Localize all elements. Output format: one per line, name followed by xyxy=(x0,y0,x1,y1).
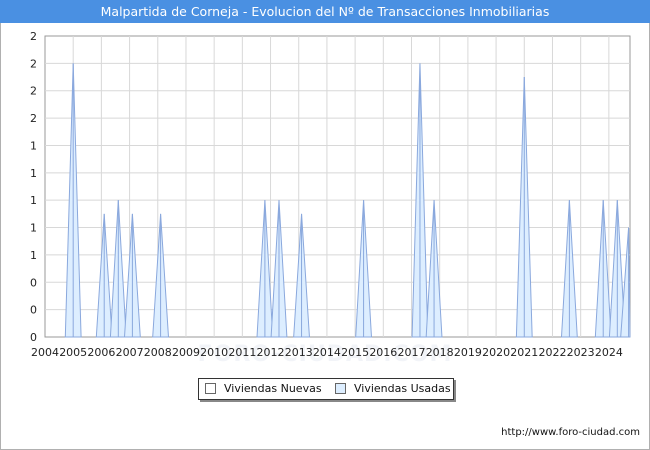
x-tick-label: 2016 xyxy=(369,346,397,359)
legend-item-usadas: Viviendas Usadas xyxy=(335,382,451,395)
y-tick-label: 0 xyxy=(30,276,37,289)
x-tick-label: 2005 xyxy=(59,346,87,359)
y-tick-label: 0 xyxy=(30,331,37,344)
x-tick-label: 2021 xyxy=(510,346,538,359)
y-tick-label: 2 xyxy=(30,30,37,43)
x-tick-label: 2017 xyxy=(398,346,426,359)
legend-swatch-nuevas xyxy=(205,383,216,394)
x-axis-ticks: 2004 2005 2006 2007 2008 2009 2010 2011 2012 2013… xyxy=(31,346,623,359)
x-tick-label: 2013 xyxy=(285,346,313,359)
y-tick-label: 2 xyxy=(30,85,37,98)
x-tick-label: 2011 xyxy=(228,346,256,359)
x-tick-label: 2015 xyxy=(341,346,369,359)
source-url: http://www.foro-ciudad.com xyxy=(501,427,640,438)
x-tick-label: 2012 xyxy=(257,346,285,359)
y-tick-label: 1 xyxy=(30,167,37,180)
y-tick-label: 2 xyxy=(30,57,37,70)
y-tick-label: 1 xyxy=(30,194,37,207)
y-axis-ticks: 0 0 0 1 1 1 1 1 2 2 2 2 xyxy=(30,30,37,344)
y-tick-label: 2 xyxy=(30,112,37,125)
x-tick-label: 2010 xyxy=(200,346,228,359)
x-tick-label: 2019 xyxy=(454,346,482,359)
y-tick-label: 1 xyxy=(30,222,37,235)
legend-swatch-usadas xyxy=(335,383,346,394)
x-tick-label: 2020 xyxy=(482,346,510,359)
x-tick-label: 2004 xyxy=(31,346,59,359)
x-tick-label: 2023 xyxy=(567,346,595,359)
legend-label-usadas: Viviendas Usadas xyxy=(354,382,451,395)
legend: Viviendas Nuevas Viviendas Usadas xyxy=(198,378,454,400)
y-tick-label: 0 xyxy=(30,304,37,317)
y-tick-label: 1 xyxy=(30,249,37,262)
legend-item-nuevas: Viviendas Nuevas xyxy=(205,382,322,395)
x-tick-label: 2007 xyxy=(116,346,144,359)
x-tick-label: 2009 xyxy=(172,346,200,359)
x-tick-label: 2022 xyxy=(538,346,566,359)
x-tick-label: 2014 xyxy=(313,346,341,359)
x-tick-label: 2024 xyxy=(595,346,623,359)
x-tick-label: 2008 xyxy=(144,346,172,359)
legend-label-nuevas: Viviendas Nuevas xyxy=(224,382,322,395)
y-tick-label: 1 xyxy=(30,139,37,152)
x-tick-label: 2018 xyxy=(426,346,454,359)
x-tick-label: 2006 xyxy=(87,346,115,359)
